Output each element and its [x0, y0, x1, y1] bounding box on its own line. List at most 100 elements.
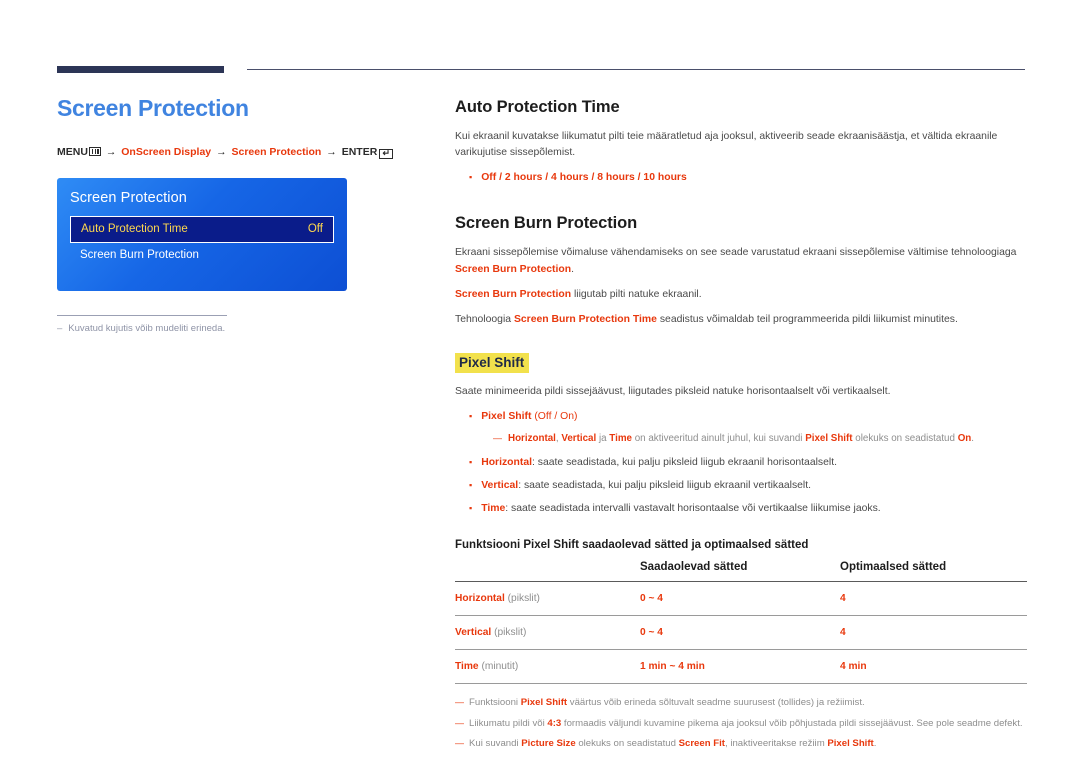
pixel-shift-subnote: — Horizontal, Vertical ja Time on aktive… [455, 432, 1027, 447]
breadcrumb-arrow-3: → [326, 146, 337, 159]
osd-item-label: Auto Protection Time [81, 223, 188, 236]
menu-bars-icon [88, 147, 101, 157]
bp-p3-term: Screen Burn Protection Time [513, 313, 657, 325]
fn-text-d: . [873, 737, 877, 749]
bullet-text: : saate seadistada, kui palju piksleid l… [518, 479, 812, 491]
page-title: Screen Protection [57, 95, 249, 121]
auto-protection-paragraph: Kui ekraanil kuvatakse liikumatut pilti … [455, 131, 998, 159]
table-row: Vertical (pikslit) 0 ~ 4 4 [455, 615, 1027, 651]
fn-term-2: Screen Fit [678, 737, 725, 749]
enter-return-icon: ↵ [379, 149, 394, 160]
table-cell-available: 0 ~ 4 [640, 581, 840, 617]
footnote-dash: — [455, 697, 464, 708]
fn-text-b: olekuks on seadistatud [575, 737, 679, 749]
bullet-text: : saate seadistada intervalli vastavalt … [505, 503, 881, 515]
bp-p1-text-b: . [571, 263, 574, 275]
bp-p3-text-b: seadistus võimaldab teil programmeerida … [656, 313, 958, 325]
breadcrumb-arrow-1: → [105, 146, 117, 159]
header-rule-thick [57, 66, 224, 73]
osd-item-label: Screen Burn Protection [80, 249, 199, 262]
footnote-dash: — [455, 737, 464, 748]
table-row: Time (minutit) 1 min ~ 4 min 4 min [455, 649, 1027, 685]
subnote-sep-2: ja [596, 433, 610, 445]
row-unit: (pikslit) [494, 627, 527, 639]
subnote-term-time: Time [609, 433, 632, 445]
fn-term-3: Pixel Shift [827, 737, 874, 749]
row-term: Vertical [455, 627, 492, 639]
pixel-shift-option-bullet: ▪ Pixel Shift (Off / On) [455, 409, 1027, 425]
bullet-dot-icon: ▪ [469, 503, 473, 514]
table-cell-optimal: 4 [840, 615, 1027, 651]
footnotes: — Funktsiooni Pixel Shift väärtus võib e… [455, 696, 1027, 751]
table-cell-label: Time (minutit) [455, 649, 640, 685]
subnote-dash: — [493, 433, 502, 444]
bullet-dot-icon: ▪ [469, 479, 473, 490]
pixel-shift-term: Pixel Shift [481, 411, 532, 422]
bp-p2-term: Screen Burn Protection [455, 288, 572, 300]
breadcrumb-menu-label: MENU [57, 146, 88, 159]
row-unit: (pikslit) [507, 593, 540, 605]
osd-item-screen-burn-protection[interactable]: Screen Burn Protection [70, 243, 334, 268]
row-term: Horizontal [455, 593, 505, 605]
row-term: Time [455, 661, 479, 673]
table-header-available: Saadaolevad sätted [640, 557, 840, 583]
fn-text-b: väärtus võib erineda sõltuvalt seadme su… [567, 697, 865, 709]
burn-protection-paragraph-1: Ekraani sissepõlemise võimaluse vähendam… [455, 245, 1027, 277]
left-note: – Kuvatud kujutis võib mudeliti erineda. [57, 323, 407, 334]
subnote-end: . [971, 433, 975, 445]
table-header-blank [455, 557, 640, 583]
footnote-dash: — [455, 717, 464, 728]
subnote-mid-1: on aktiveeritud ainult juhul, kui suvand… [632, 433, 806, 445]
footnote-item: — Funktsiooni Pixel Shift väärtus võib e… [455, 696, 1027, 710]
row-unit: (minutit) [481, 661, 519, 673]
subnote-term-pixel-shift: Pixel Shift [805, 433, 853, 445]
fn-text-c: , inaktiveeritakse režiim [724, 737, 828, 749]
bullet-text: : saate seadistada, kui palju piksleid l… [532, 456, 837, 468]
fn-text-a: Funktsiooni [469, 697, 521, 709]
bullet-term: Time [481, 503, 506, 515]
osd-item-auto-protection-time[interactable]: Auto Protection Time Off [70, 215, 334, 243]
subnote-mid-2: olekuks on seadistatud [852, 433, 958, 445]
auto-protection-options: Off / 2 hours / 4 hours / 8 hours / 10 h… [481, 172, 687, 184]
pixel-shift-settings-table: Saadaolevad sätted Optimaalsed sätted Ho… [455, 557, 1027, 685]
section-heading-auto-protection-time: Auto Protection Time [455, 98, 620, 116]
note-separator [57, 314, 227, 316]
pixel-shift-bullet-vertical: ▪ Vertical: saate seadistada, kui palju … [455, 478, 1027, 494]
bp-p1-text-a: Ekraani sissepõlemise võimaluse vähendam… [455, 247, 1017, 259]
bp-p2-text: liigutab pilti natuke ekraanil. [571, 288, 702, 300]
fn-term-1: 4:3 [547, 717, 562, 729]
bullet-term: Horizontal [481, 456, 532, 468]
breadcrumb-enter-label: ENTER [341, 146, 378, 159]
osd-panel-title: Screen Protection [70, 189, 187, 206]
table-cell-available: 1 min ~ 4 min [640, 649, 840, 685]
bullet-dot-icon: ▪ [469, 456, 473, 467]
breadcrumb-step-onscreen-display[interactable]: OnScreen Display [121, 146, 211, 158]
subnote-term-vertical: Vertical [561, 433, 597, 445]
breadcrumb-arrow-2: → [216, 146, 227, 159]
fn-text-a: Kui suvandi [469, 737, 522, 749]
table-cell-optimal: 4 min [840, 649, 1027, 685]
osd-preview-panel: Screen Protection Auto Protection Time O… [57, 177, 347, 291]
bp-p1-term: Screen Burn Protection [455, 263, 572, 275]
pixel-shift-options: (Off / On) [534, 411, 578, 422]
bp-p3-text-a: Tehnoloogia [455, 313, 514, 325]
header-rules [57, 66, 1025, 76]
subsection-heading-pixel-shift: Pixel Shift [455, 352, 530, 373]
fn-term-1: Picture Size [521, 737, 576, 749]
left-column: Screen Protection MENU → OnScreen Displa… [57, 95, 407, 334]
table-cell-label: Horizontal (pikslit) [455, 581, 640, 617]
right-column: Auto Protection Time Kui ekraanil kuvata… [455, 98, 1027, 757]
table-cell-label: Vertical (pikslit) [455, 615, 640, 651]
table-row: Horizontal (pikslit) 0 ~ 4 4 [455, 581, 1027, 617]
footnote-item: — Kui suvandi Picture Size olekuks on se… [455, 737, 1027, 751]
table-caption: Funktsiooni Pixel Shift saadaolevad sätt… [455, 539, 809, 552]
table-cell-available: 0 ~ 4 [640, 615, 840, 651]
pixel-shift-bullet-horizontal: ▪ Horizontal: saate seadistada, kui palj… [455, 455, 1027, 471]
auto-protection-options-bullet: ▪ Off / 2 hours / 4 hours / 8 hours / 10… [455, 170, 1027, 186]
footnote-item: — Liikumatu pildi või 4:3 formaadis välj… [455, 717, 1027, 731]
note-dash: – [57, 322, 63, 334]
fn-text-a: Liikumatu pildi või [469, 717, 548, 729]
breadcrumb-step-screen-protection[interactable]: Screen Protection [231, 146, 321, 158]
breadcrumb: MENU → OnScreen Display → Screen Protect… [57, 145, 407, 160]
table-cell-optimal: 4 [840, 581, 1027, 617]
